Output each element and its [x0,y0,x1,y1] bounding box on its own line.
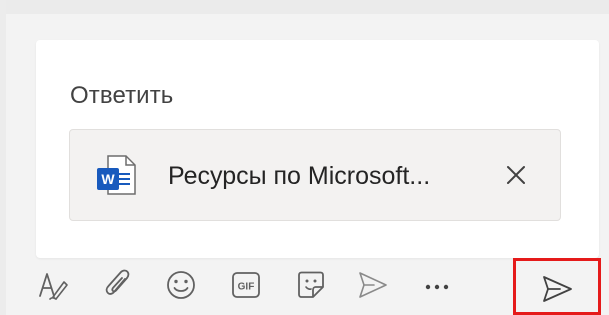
remove-attachment-button[interactable] [502,161,530,189]
emoji-button[interactable] [164,268,198,302]
left-edge [0,0,6,315]
sticker-icon [298,271,324,298]
emoji-icon [167,271,195,299]
gif-label: GIF [238,282,255,293]
word-document-icon: W [94,153,138,197]
more-options-button[interactable] [420,268,454,302]
paperclip-icon [105,269,130,295]
send-icon [543,276,572,302]
loop-send-button[interactable] [356,268,390,302]
reply-composer[interactable]: Ответить W Ресурсы по Microsoft... [36,40,599,258]
gif-icon: GIF [232,272,260,298]
sticker-button[interactable] [294,268,328,302]
send-loop-icon [359,272,387,298]
word-icon-letter: W [101,171,115,187]
gif-button[interactable]: GIF [229,268,263,302]
format-button[interactable] [36,268,70,302]
close-icon [507,166,525,184]
more-icon [425,284,449,290]
reply-placeholder[interactable]: Ответить [70,82,173,110]
attachment-file-name[interactable]: Ресурсы по Microsoft... [168,162,430,191]
attachment-card[interactable]: W Ресурсы по Microsoft... [69,129,561,221]
attach-button[interactable] [102,268,136,302]
reply-composer-screen: Ответить W Ресурсы по Microsoft... GIF [0,0,609,315]
format-text-icon [39,273,68,300]
top-strip [0,0,609,14]
send-button[interactable] [540,272,574,306]
